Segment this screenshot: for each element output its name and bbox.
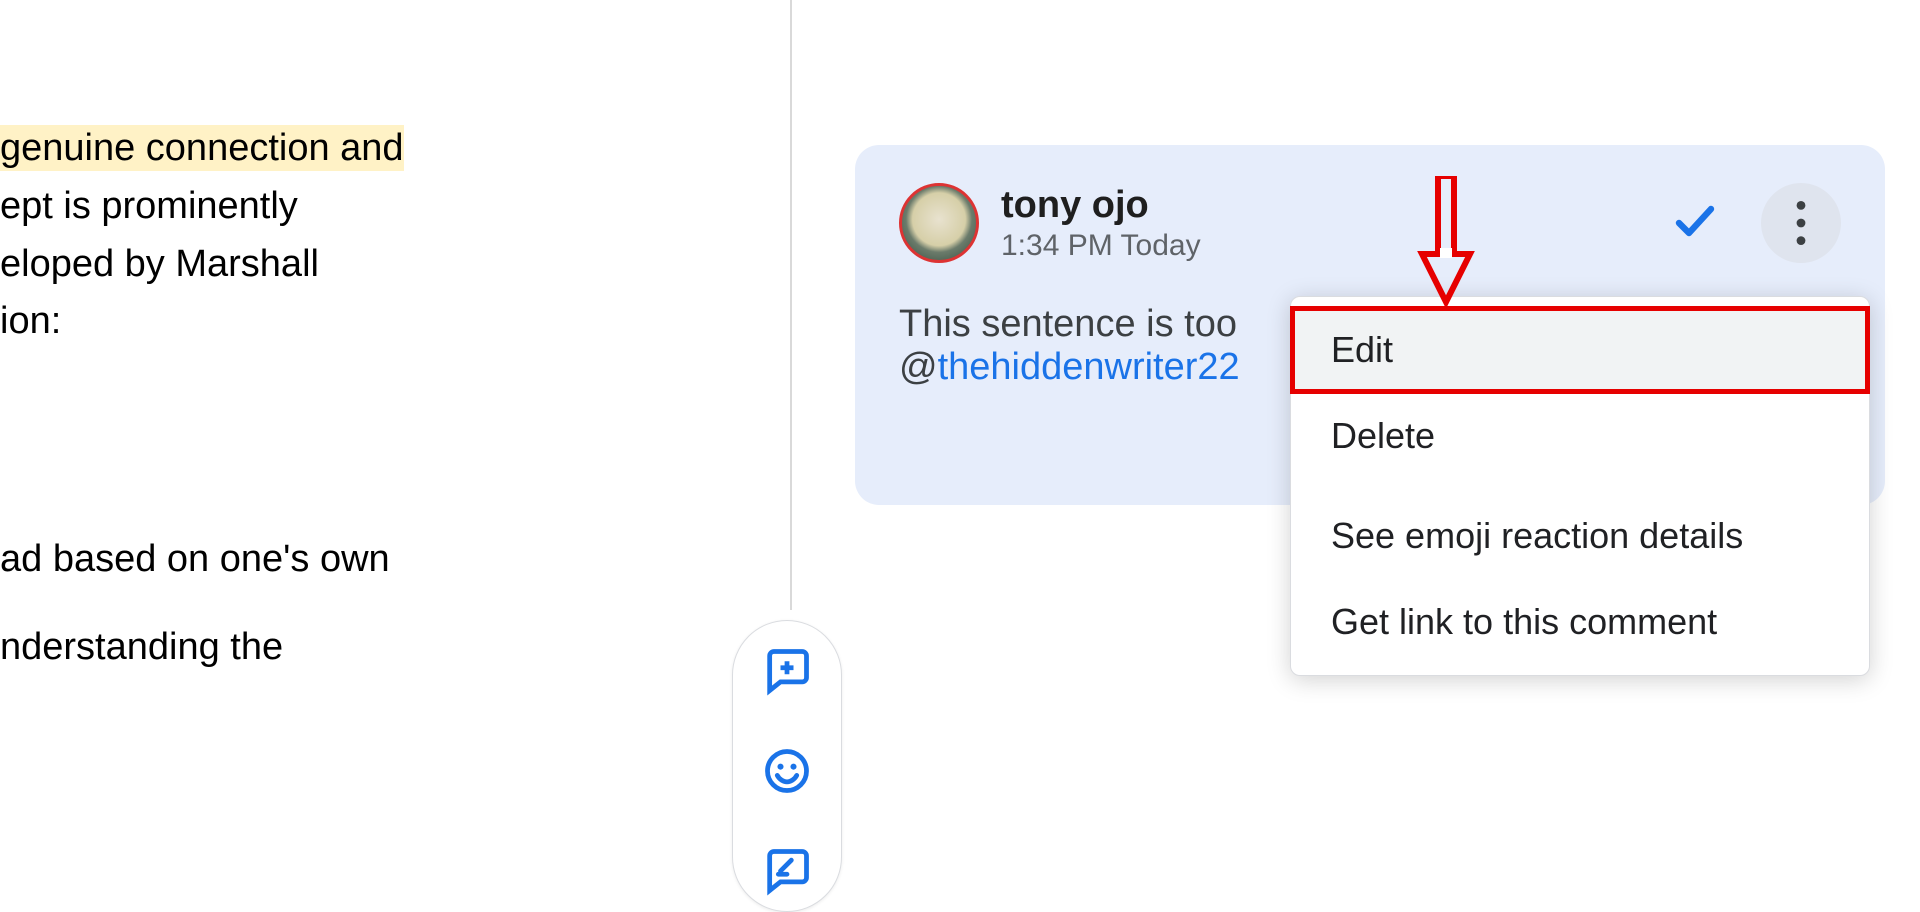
highlighted-text[interactable]: genuine connection and — [0, 125, 404, 171]
doc-line: eloped by Marshall — [0, 236, 790, 294]
callout-arrow-annotation — [1416, 176, 1476, 311]
document-text: genuine connection and ept is prominentl… — [0, 0, 790, 908]
arrow-down-icon — [1416, 176, 1476, 306]
menu-item-get-link[interactable]: Get link to this comment — [1291, 579, 1869, 665]
doc-paragraph-1: genuine connection and ept is prominentl… — [0, 120, 790, 351]
comment-author: tony ojo — [1001, 184, 1201, 227]
pane-divider — [790, 0, 792, 610]
doc-line: ion: — [0, 293, 790, 351]
author-block: tony ojo 1:34 PM Today — [1001, 184, 1201, 263]
suggest-icon — [761, 845, 813, 897]
menu-item-edit[interactable]: Edit — [1291, 307, 1869, 393]
comment-header: tony ojo 1:34 PM Today — [899, 183, 1841, 263]
doc-line: ad based on one's own — [0, 531, 790, 589]
doc-line: ept is prominently — [0, 178, 790, 236]
doc-line: nderstanding the — [0, 619, 790, 677]
suggest-edits-button[interactable] — [757, 841, 817, 901]
comment-text: This sentence is too — [899, 303, 1237, 345]
mention-prefix: @ — [899, 346, 938, 388]
avatar[interactable] — [899, 183, 979, 263]
checkmark-icon — [1671, 197, 1719, 245]
doc-paragraph-2: ad based on one's own nderstanding the — [0, 531, 790, 677]
comment-timestamp: 1:34 PM Today — [1001, 229, 1201, 263]
comment-plus-icon — [761, 645, 813, 697]
more-options-button[interactable] — [1761, 183, 1841, 263]
mention-link[interactable]: thehiddenwriter22 — [938, 346, 1240, 388]
add-emoji-button[interactable] — [757, 741, 817, 801]
comment-actions — [1671, 183, 1841, 263]
menu-item-emoji-details[interactable]: See emoji reaction details — [1291, 493, 1869, 579]
menu-item-delete[interactable]: Delete — [1291, 393, 1869, 479]
emoji-icon — [761, 745, 813, 797]
floating-comment-toolbar — [732, 620, 842, 912]
add-comment-button[interactable] — [757, 641, 817, 701]
comment-context-menu: Edit Delete See emoji reaction details G… — [1290, 296, 1870, 676]
resolve-button[interactable] — [1671, 197, 1719, 250]
more-vert-icon — [1796, 201, 1806, 245]
